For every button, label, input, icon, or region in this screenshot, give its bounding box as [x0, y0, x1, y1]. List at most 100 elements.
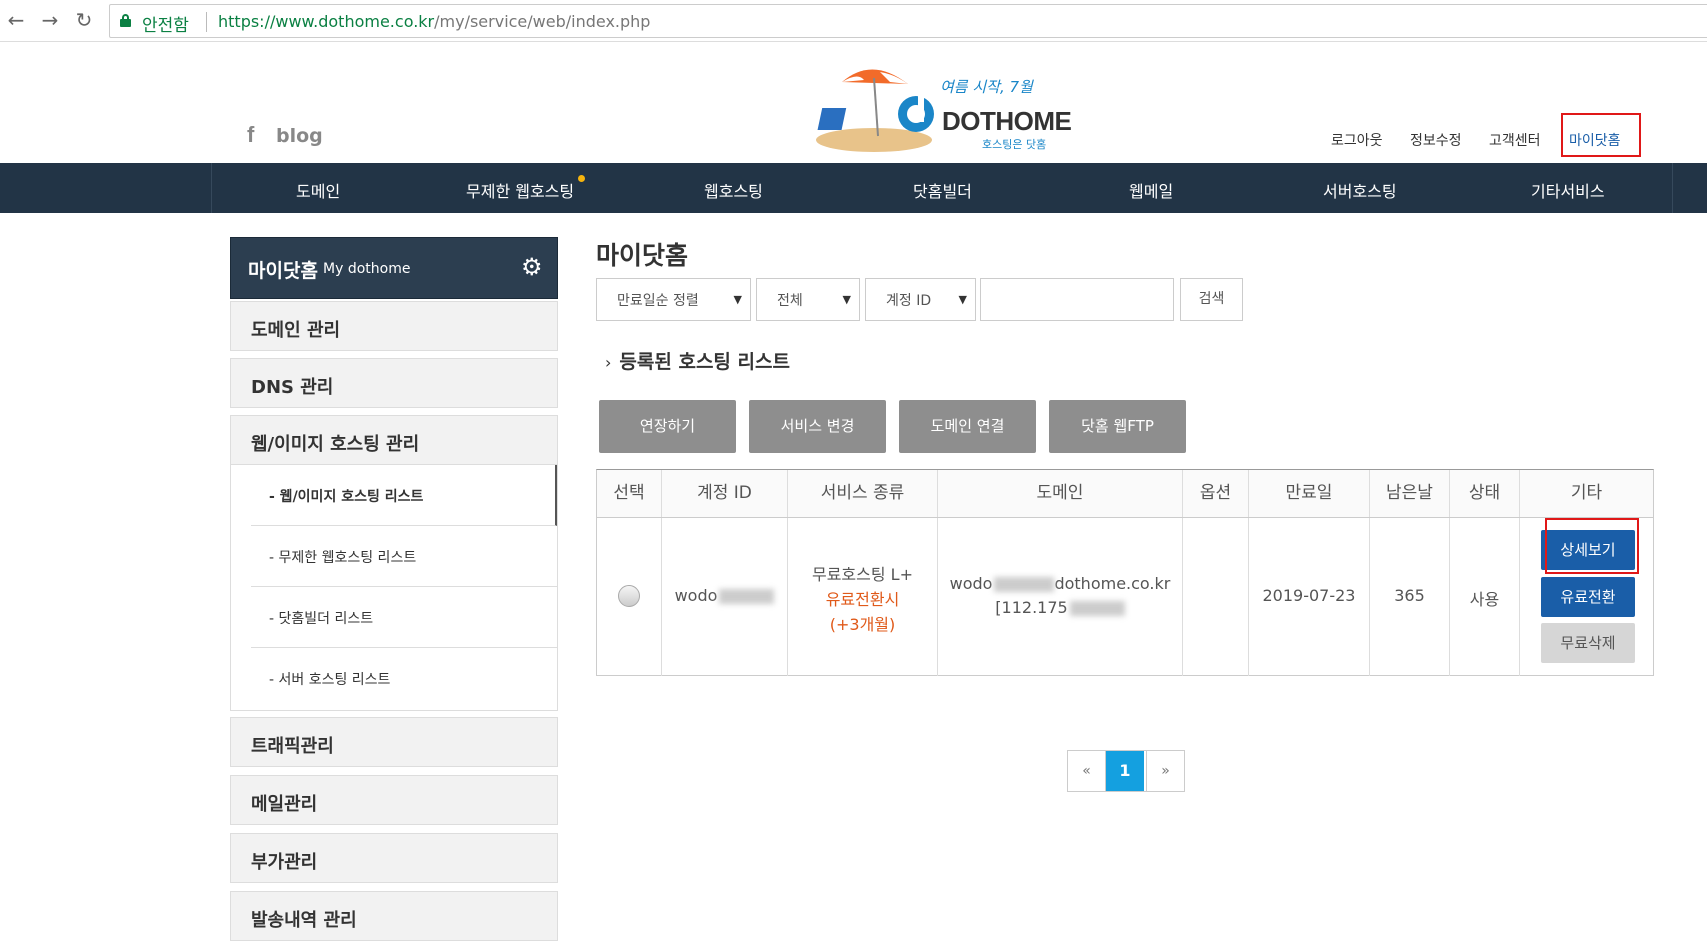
- table-header-option: 옵션: [1183, 470, 1249, 517]
- sidebar-item-traffic[interactable]: 트래픽관리: [230, 717, 558, 767]
- account-id-value: wodo: [662, 586, 787, 605]
- status-value: 사용: [1469, 590, 1500, 609]
- field-select[interactable]: 계정 ID ▼: [865, 278, 976, 321]
- pagination-current-page[interactable]: 1: [1106, 751, 1144, 791]
- secure-label: 안전함: [142, 16, 189, 36]
- forward-arrow-icon[interactable]: →: [38, 8, 62, 32]
- sidebar-item-domain[interactable]: 도메인 관리: [230, 301, 558, 351]
- page-title: 마이닷홈: [596, 241, 689, 270]
- lock-icon: [120, 14, 131, 27]
- pagination-prev[interactable]: «: [1068, 751, 1106, 791]
- redacted-mask: [1069, 601, 1125, 616]
- free-delete-button[interactable]: 무료삭제: [1541, 623, 1635, 663]
- sidebar-subtitle: My dothome: [323, 261, 411, 277]
- table-cell-domain: wodo dothome.co.kr [112.175: [938, 518, 1183, 676]
- type-select-value: 전체: [777, 293, 803, 309]
- sidebar-sub-label: - 무제한 웹호스팅 리스트: [269, 550, 417, 566]
- service-type-line3: (+3개월): [829, 615, 896, 634]
- sidebar-item-dns[interactable]: DNS 관리: [230, 358, 558, 408]
- connect-domain-button[interactable]: 도메인 연결: [899, 400, 1036, 453]
- search-input[interactable]: [980, 278, 1174, 321]
- logout-link[interactable]: 로그아웃: [1331, 130, 1383, 150]
- web-ftp-button[interactable]: 닷홈 웹FTP: [1049, 400, 1186, 453]
- domain-ip: [112.175: [938, 598, 1182, 617]
- details-highlight-box: [1545, 518, 1639, 574]
- pagination: « 1 »: [1067, 750, 1185, 792]
- domain-text-a: wodo: [949, 574, 993, 593]
- edit-info-link[interactable]: 정보수정: [1410, 130, 1462, 150]
- dothome-logo[interactable]: 여름 시작, 7월 DOTHOME 호스팅은 닷홈: [812, 62, 1072, 154]
- facebook-icon[interactable]: f: [247, 122, 254, 148]
- url-host: https://www.dothome.co.kr: [218, 12, 435, 31]
- sidebar-sub-builder-list[interactable]: - 닷홈빌더 리스트: [251, 587, 557, 648]
- hosting-table: 선택 계정 ID 서비스 종류 도메인 옵션 만료일 남은날 상태 기타 wod…: [596, 469, 1654, 676]
- customer-center-link[interactable]: 고객센터: [1489, 130, 1541, 150]
- table-cell-days-left: 365: [1370, 518, 1450, 676]
- search-button[interactable]: 검색: [1180, 278, 1243, 321]
- url-path: /my/service/web/index.php: [434, 12, 651, 31]
- domain-text-b: dothome.co.kr: [1054, 574, 1171, 593]
- field-select-value: 계정 ID: [886, 293, 932, 309]
- nav-webmail[interactable]: 웹메일: [1129, 178, 1173, 202]
- table-cell-service-type: 무료호스팅 L+ 유료전환시 (+3개월): [788, 518, 938, 676]
- nav-unlimited-hosting[interactable]: 무제한 웹호스팅: [466, 178, 574, 202]
- sidebar-sub-server-list[interactable]: - 서버 호스팅 리스트: [251, 648, 557, 709]
- dropdown-arrow-icon: ▼: [842, 293, 851, 306]
- my-dothome-highlight-box: [1561, 113, 1641, 157]
- paid-convert-button[interactable]: 유료전환: [1541, 577, 1635, 617]
- sidebar-item-web-hosting[interactable]: 웹/이미지 호스팅 관리: [230, 415, 558, 465]
- sidebar-item-label: 메일관리: [251, 794, 318, 815]
- table-cell-account-id: wodo: [662, 518, 788, 676]
- url-text[interactable]: https://www.dothome.co.kr/my/service/web…: [218, 12, 650, 31]
- address-bar[interactable]: 안전함 https://www.dothome.co.kr/my/service…: [109, 4, 1707, 38]
- sidebar-item-label: 도메인 관리: [251, 320, 341, 341]
- table-header-account-id: 계정 ID: [662, 470, 788, 517]
- nav-dothome-builder[interactable]: 닷홈빌더: [913, 178, 972, 202]
- table-cell-status: 사용: [1450, 518, 1520, 676]
- nav-other-services[interactable]: 기타서비스: [1531, 178, 1605, 202]
- sidebar-sub-web-hosting-list[interactable]: - 웹/이미지 호스팅 리스트: [251, 465, 557, 526]
- nav-server-hosting[interactable]: 서버호스팅: [1323, 178, 1397, 202]
- sidebar-title: 마이닷홈: [248, 260, 318, 282]
- pagination-next[interactable]: »: [1146, 751, 1184, 791]
- row-select-radio[interactable]: [618, 585, 640, 607]
- nav-domain[interactable]: 도메인: [296, 178, 340, 202]
- sidebar-item-send-history[interactable]: 발송내역 관리: [230, 891, 558, 941]
- table-header-status: 상태: [1450, 470, 1520, 517]
- logo-text: DOTHOME: [942, 106, 1072, 136]
- address-separator: [206, 12, 207, 32]
- back-arrow-icon[interactable]: ←: [4, 8, 28, 32]
- change-service-button[interactable]: 서비스 변경: [749, 400, 886, 453]
- chevron-right-icon: ›: [605, 353, 612, 372]
- blog-link[interactable]: blog: [276, 125, 323, 147]
- reload-icon[interactable]: ↻: [72, 8, 96, 32]
- table-header-domain: 도메인: [938, 470, 1183, 517]
- table-cell-option: [1183, 518, 1249, 676]
- service-type-line1: 무료호스팅 L+: [811, 565, 913, 584]
- domain-ip-text: [112.175: [995, 598, 1068, 617]
- sidebar-item-mail[interactable]: 메일관리: [230, 775, 558, 825]
- sort-select[interactable]: 만료일순 정렬 ▼: [596, 278, 751, 321]
- table-header-service-type: 서비스 종류: [788, 470, 938, 517]
- expiry-value: 2019-07-23: [1262, 586, 1356, 605]
- sidebar-sub-label: - 닷홈빌더 리스트: [269, 611, 374, 627]
- nav-web-hosting[interactable]: 웹호스팅: [704, 178, 763, 202]
- logo-subtext: 호스팅은 닷홈: [982, 138, 1047, 151]
- sidebar-sub-unlimited-list[interactable]: - 무제한 웹호스팅 리스트: [251, 526, 557, 587]
- extend-button[interactable]: 연장하기: [599, 400, 736, 453]
- type-select[interactable]: 전체 ▼: [756, 278, 860, 321]
- sidebar-item-addon[interactable]: 부가관리: [230, 833, 558, 883]
- table-header-select: 선택: [597, 470, 662, 517]
- table-header-days-left: 남은날: [1370, 470, 1450, 517]
- sidebar-item-label: 트래픽관리: [251, 736, 334, 757]
- account-id-text: wodo: [674, 586, 718, 605]
- sidebar-sub-label: - 웹/이미지 호스팅 리스트: [269, 489, 424, 505]
- table-header-etc: 기타: [1520, 470, 1653, 517]
- sidebar-header: 마이닷홈 My dothome ⚙: [230, 237, 558, 299]
- sidebar-item-label: 부가관리: [251, 852, 318, 873]
- sort-select-value: 만료일순 정렬: [617, 293, 699, 309]
- gear-icon[interactable]: ⚙: [521, 253, 543, 281]
- sidebar-submenu: - 웹/이미지 호스팅 리스트 - 무제한 웹호스팅 리스트 - 닷홈빌더 리스…: [230, 465, 558, 711]
- dropdown-arrow-icon: ▼: [733, 293, 742, 306]
- redacted-mask: [994, 577, 1055, 592]
